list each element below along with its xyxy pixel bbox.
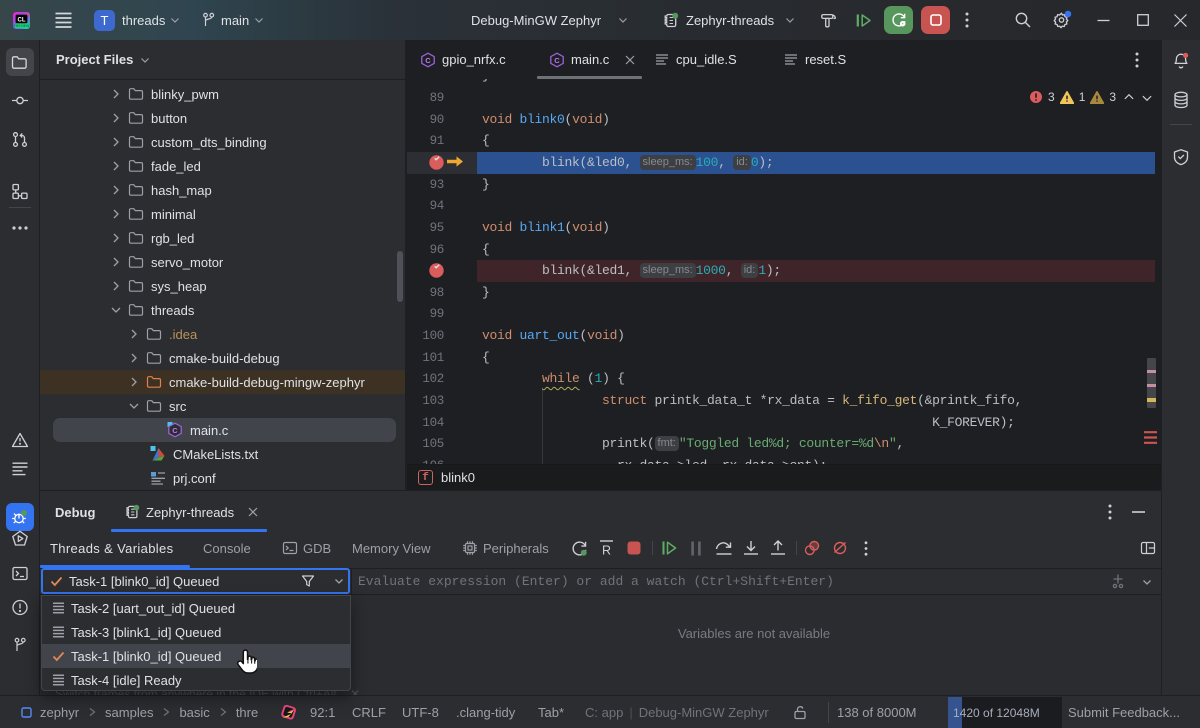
svg-text:R: R: [602, 543, 611, 556]
svg-text:PREVIEW: PREVIEW: [14, 23, 30, 27]
svg-text:CL: CL: [18, 17, 26, 23]
svg-text:C: C: [554, 55, 560, 64]
svg-text:C: C: [425, 55, 431, 64]
svg-text:C: C: [172, 426, 178, 435]
